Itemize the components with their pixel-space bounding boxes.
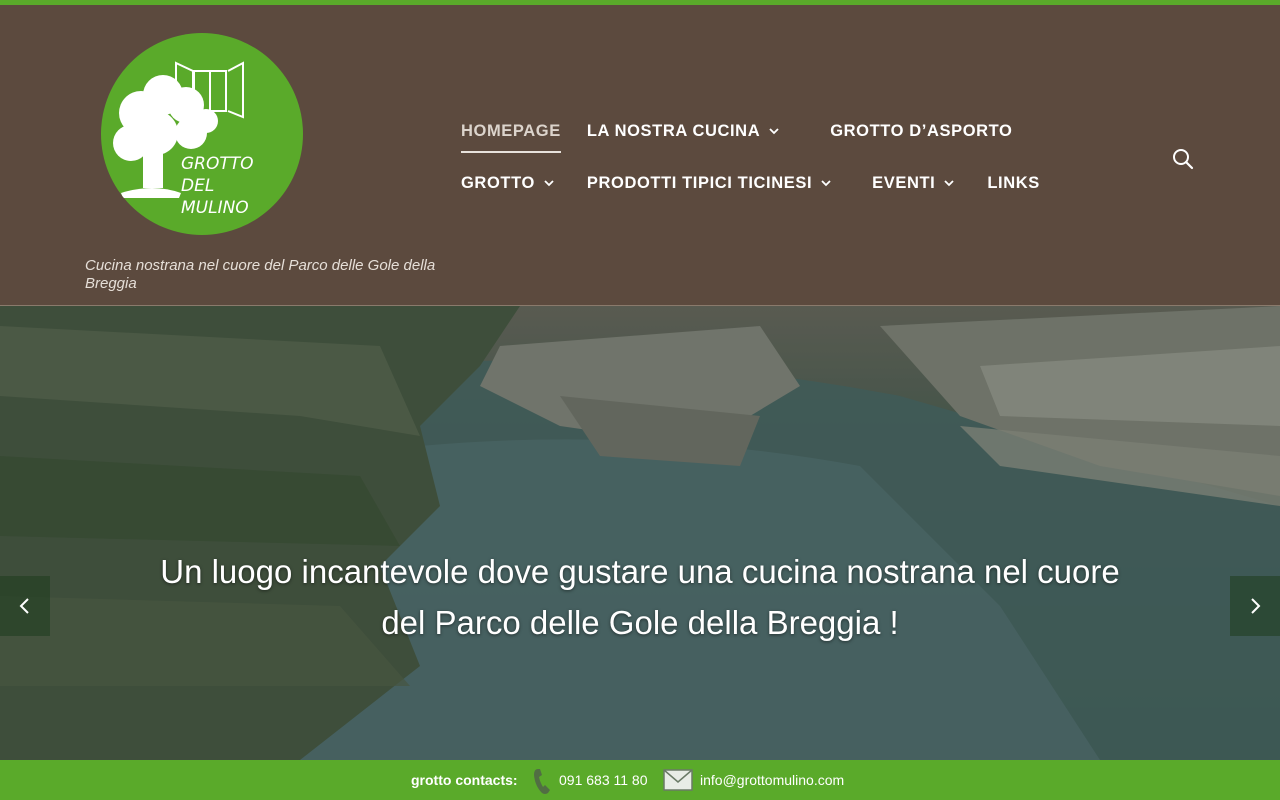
nav-row-1: HOMEPAGE LA NOSTRA CUCINA GROTTO D’ASPORTO	[461, 105, 1081, 157]
site-header: GROTTO DEL MULINO Cucina nostrana nel cu…	[0, 5, 1280, 306]
contact-bar: grotto contacts: 091 683 11 80 info@grot…	[0, 760, 1280, 800]
site-tagline: Cucina nostrana nel cuore del Parco dell…	[85, 257, 436, 292]
nav-item-label: LINKS	[987, 173, 1040, 192]
contact-email[interactable]: info@grottomulino.com	[700, 772, 844, 788]
hero-slider: Un luogo incantevole dove gustare una cu…	[0, 306, 1280, 760]
nav-item-grotto[interactable]: GROTTO	[461, 161, 555, 205]
hero-caption-line-2: del Parco delle Gole della Breggia !	[381, 604, 899, 641]
nav-item-label: GROTTO D’ASPORTO	[830, 121, 1013, 140]
nav-item-label: LA NOSTRA CUCINA	[586, 121, 761, 140]
contact-phone[interactable]: 091 683 11 80	[559, 772, 648, 788]
logo-text-1: GROTTO	[181, 154, 254, 174]
nav-item-eventi[interactable]: EVENTI	[872, 161, 955, 205]
slider-next-button[interactable]	[1230, 576, 1280, 636]
nav-item-label: PRODOTTI TIPICI TICINESI	[586, 173, 813, 192]
contacts-label: grotto contacts:	[411, 772, 518, 788]
nav-item-links[interactable]: LINKS	[987, 161, 1040, 205]
phone-icon	[534, 769, 550, 794]
chevron-down-icon	[769, 128, 779, 135]
chevron-right-icon	[1251, 598, 1261, 614]
logo-text-2: DEL	[181, 176, 214, 196]
gorge-river-image	[0, 306, 1280, 760]
mail-icon	[663, 769, 693, 791]
nav-item-label: EVENTI	[872, 173, 936, 192]
nav-row-2: GROTTO PRODOTTI TIPICI TICINESI EVENTI LINK…	[461, 157, 1081, 209]
main-navigation: HOMEPAGE LA NOSTRA CUCINA GROTTO D’ASPORTO…	[461, 105, 1081, 209]
search-icon[interactable]	[1170, 146, 1196, 172]
nav-item-la-nostra-cucina[interactable]: LA NOSTRA CUCINA	[587, 109, 780, 153]
tree-logo-icon: GROTTO DEL MULINO	[113, 61, 254, 218]
hero-caption: Un luogo incantevole dove gustare una cu…	[100, 546, 1180, 648]
nav-item-grotto-d-asporto[interactable]: GROTTO D’ASPORTO	[830, 109, 1012, 153]
site-logo[interactable]: GROTTO DEL MULINO	[101, 33, 303, 235]
chevron-down-icon	[944, 180, 954, 187]
slider-prev-button[interactable]	[0, 576, 50, 636]
chevron-down-icon	[544, 180, 554, 187]
chevron-left-icon	[19, 598, 29, 614]
nav-item-prodotti-tipici-ticinesi[interactable]: PRODOTTI TIPICI TICINESI	[587, 161, 832, 205]
hero-caption-line-1: Un luogo incantevole dove gustare una cu…	[160, 553, 1120, 590]
nav-item-homepage[interactable]: HOMEPAGE	[461, 109, 561, 153]
nav-item-label: GROTTO	[461, 173, 535, 192]
chevron-down-icon	[821, 180, 831, 187]
nav-item-label: HOMEPAGE	[461, 121, 561, 140]
logo-text-3: MULINO	[181, 198, 249, 218]
